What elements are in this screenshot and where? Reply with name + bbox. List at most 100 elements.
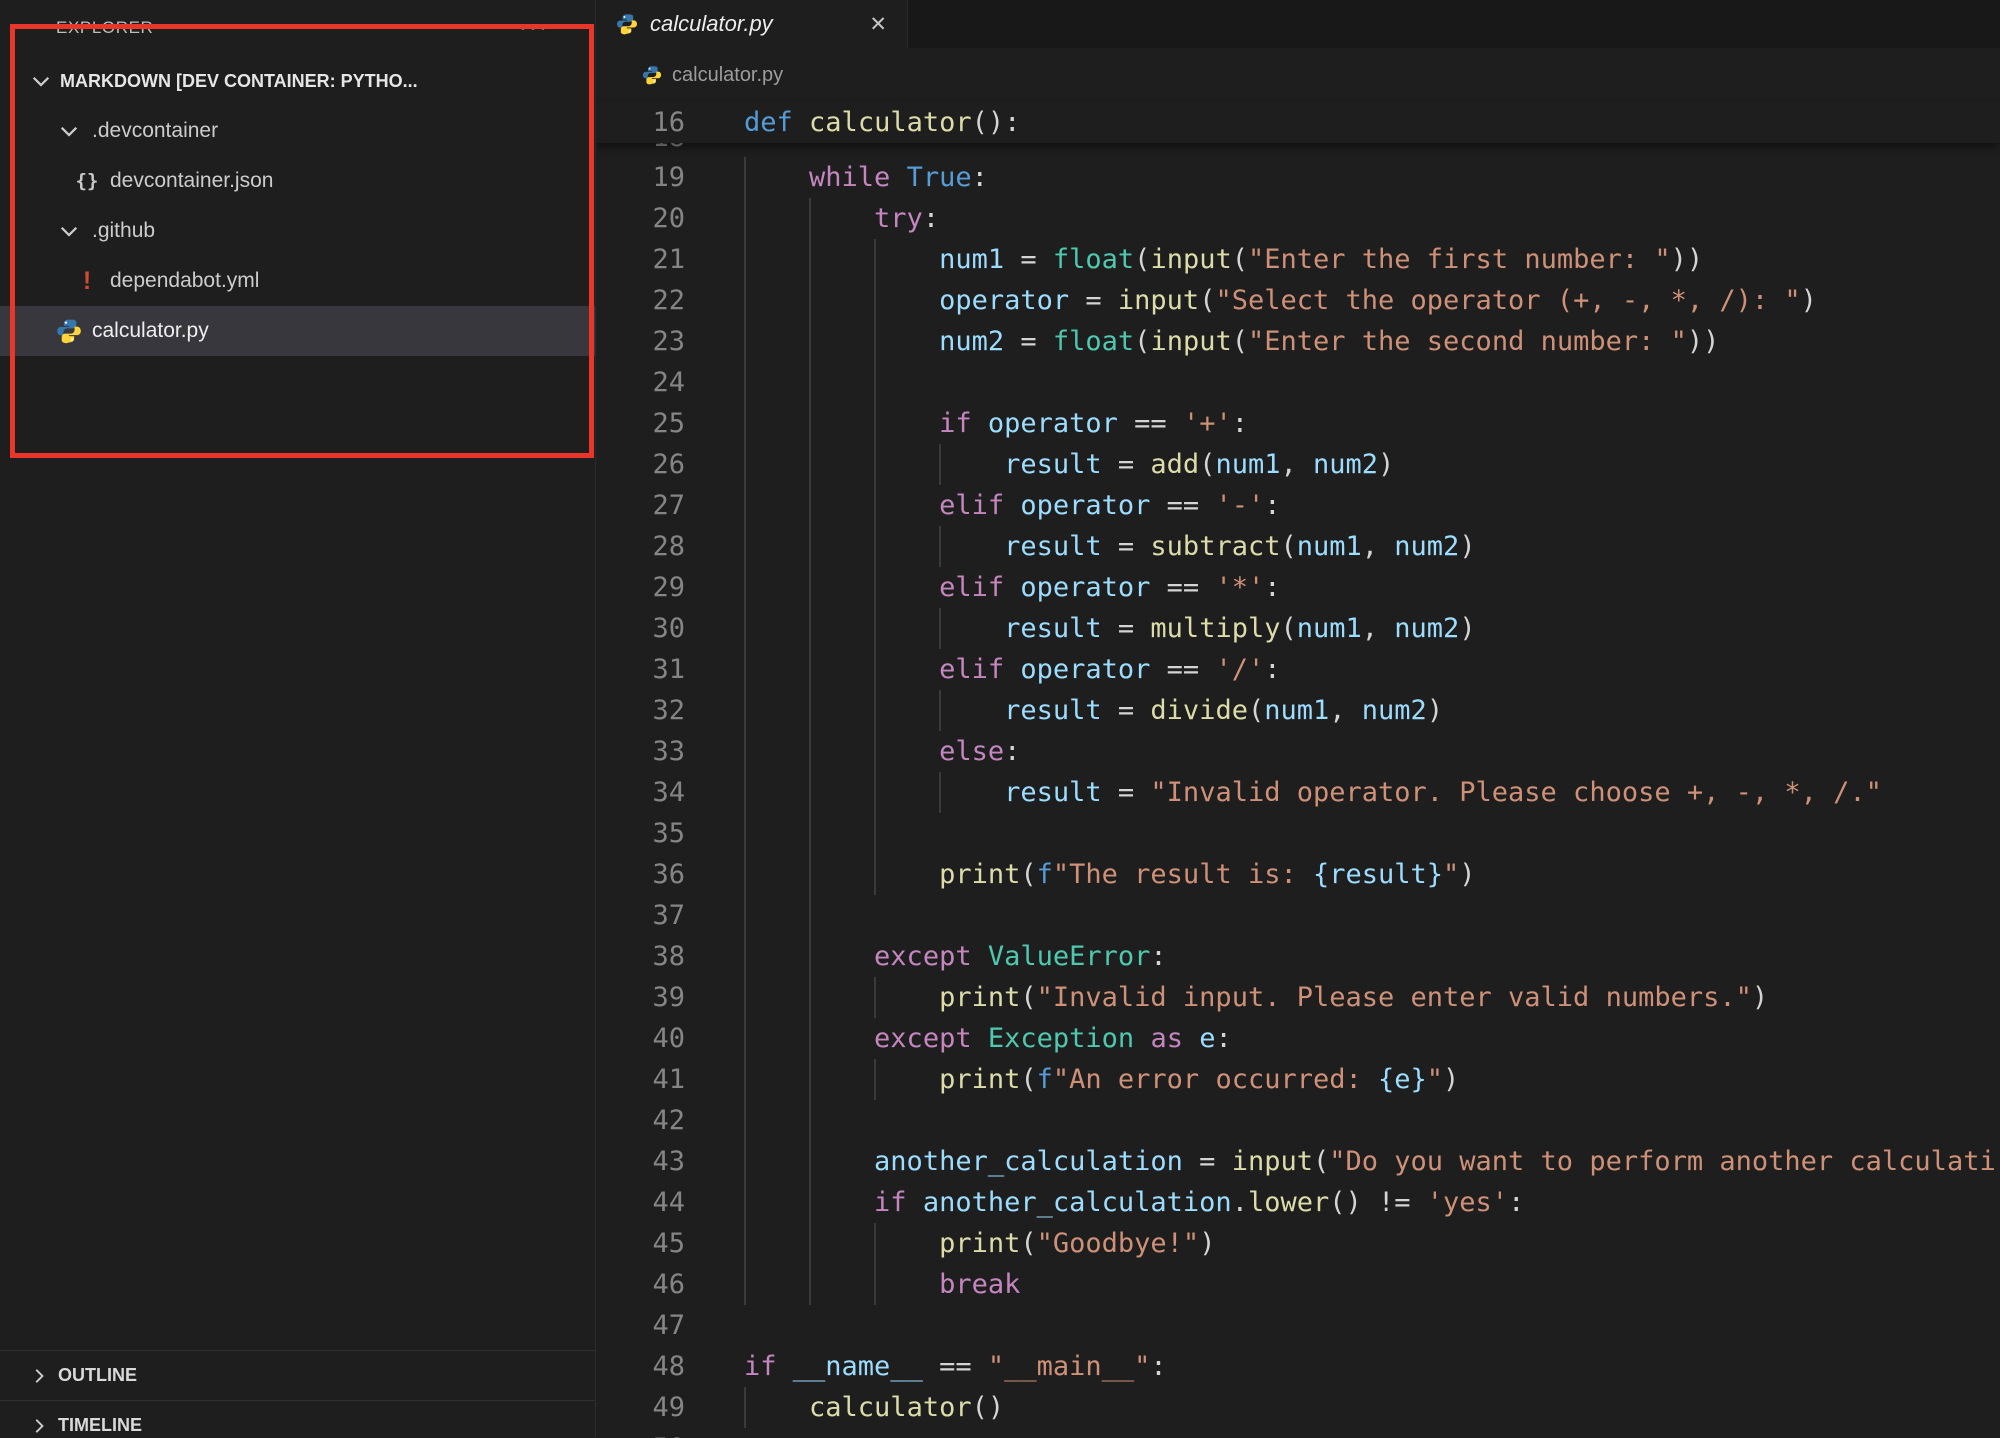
sticky-scroll-line[interactable]: 16def calculator(): (596, 102, 2000, 143)
code-line-35[interactable]: 35 (596, 813, 2000, 854)
code-line-18[interactable]: 18 (596, 143, 2000, 157)
json-icon: {} (74, 168, 100, 194)
breadcrumb-file: calculator.py (672, 64, 783, 87)
code-line-36[interactable]: 36 print(f"The result is: {result}") (596, 854, 2000, 895)
code-line-31[interactable]: 31 elif operator == '/': (596, 649, 2000, 690)
code-line-39[interactable]: 39 print("Invalid input. Please enter va… (596, 977, 2000, 1018)
code-line-34[interactable]: 34 result = "Invalid operator. Please ch… (596, 772, 2000, 813)
code-line-46[interactable]: 46 break (596, 1264, 2000, 1305)
line-number: 43 (596, 1141, 744, 1182)
token: if (874, 1187, 907, 1218)
indent-guide (874, 362, 876, 403)
chevron-right-icon (28, 1365, 50, 1387)
indent-guide (939, 608, 941, 649)
code-text: try: (744, 198, 2000, 239)
code-line-44[interactable]: 44 if another_calculation.lower() != 'ye… (596, 1182, 2000, 1223)
code-line-45[interactable]: 45 print("Goodbye!") (596, 1223, 2000, 1264)
code-line-25[interactable]: 25 if operator == '+': (596, 403, 2000, 444)
token: : (1264, 572, 1280, 603)
code-line-20[interactable]: 20 try: (596, 198, 2000, 239)
token: : (1264, 654, 1280, 685)
code-line-38[interactable]: 38 except ValueError: (596, 936, 2000, 977)
explorer-item-calculator-py[interactable]: calculator.py (0, 306, 595, 356)
token (890, 162, 906, 193)
indent-guide (874, 772, 876, 813)
code-line-26[interactable]: 26 result = add(num1, num2) (596, 444, 2000, 485)
indent-guide (874, 731, 876, 772)
close-icon[interactable]: ✕ (869, 12, 887, 37)
line-number: 34 (596, 772, 744, 813)
code-line-37[interactable]: 37 (596, 895, 2000, 936)
line-number: 25 (596, 403, 744, 444)
code-line-27[interactable]: 27 elif operator == '-': (596, 485, 2000, 526)
token: ( (1232, 326, 1248, 357)
token: == (1150, 654, 1215, 685)
line-number: 21 (596, 239, 744, 280)
explorer-item--devcontainer[interactable]: .devcontainer (0, 106, 595, 156)
code-line-43[interactable]: 43 another_calculation = input("Do you w… (596, 1141, 2000, 1182)
code-line-50[interactable]: 50 (596, 1428, 2000, 1438)
code-line-47[interactable]: 47 (596, 1305, 2000, 1346)
file-tree: .devcontainer{}devcontainer.json.github!… (0, 106, 595, 356)
indent-guide (744, 362, 746, 403)
token: result (1004, 777, 1102, 808)
code-text: print("Invalid input. Please enter valid… (744, 977, 2000, 1018)
token: = (1102, 695, 1151, 726)
code-line-42[interactable]: 42 (596, 1100, 2000, 1141)
code-line-41[interactable]: 41 print(f"An error occurred: {e}") (596, 1059, 2000, 1100)
code-line-21[interactable]: 21 num1 = float(input("Enter the first n… (596, 239, 2000, 280)
token: ( (1134, 326, 1150, 357)
code-line-24[interactable]: 24 (596, 362, 2000, 403)
code-line-40[interactable]: 40 except Exception as e: (596, 1018, 2000, 1059)
indent-guide (809, 198, 811, 239)
token: ( (1280, 613, 1296, 644)
code-line-19[interactable]: 19 while True: (596, 157, 2000, 198)
indent-guide (874, 485, 876, 526)
token: " (1443, 859, 1459, 890)
token (744, 1228, 939, 1259)
chevron-down-icon (28, 68, 54, 94)
indent-guide (939, 444, 941, 485)
code-line-48[interactable]: 48if __name__ == "__main__": (596, 1346, 2000, 1387)
token: calculator (809, 107, 972, 138)
code-line-28[interactable]: 28 result = subtract(num1, num2) (596, 526, 2000, 567)
indent-guide (744, 403, 746, 444)
code-line-22[interactable]: 22 operator = input("Select the operator… (596, 280, 2000, 321)
tab-title: calculator.py (650, 11, 773, 37)
token: 'yes' (1427, 1187, 1508, 1218)
code-line-32[interactable]: 32 result = divide(num1, num2) (596, 690, 2000, 731)
token: "Invalid operator. Please choose +, -, *… (1150, 777, 1882, 808)
token: add (1150, 449, 1199, 480)
indent-guide (809, 936, 811, 977)
token: Exception (988, 1023, 1134, 1054)
code-line-30[interactable]: 30 result = multiply(num1, num2) (596, 608, 2000, 649)
tab-calculator-py[interactable]: calculator.py ✕ (596, 0, 908, 48)
explorer-item-devcontainer-json[interactable]: {}devcontainer.json (0, 156, 595, 206)
more-actions-button[interactable]: ··· (519, 14, 549, 42)
token: operator (939, 285, 1069, 316)
token (972, 1023, 988, 1054)
explorer-section-header[interactable]: MARKDOWN [DEV CONTAINER: PYTHO... (0, 56, 595, 106)
code-line-23[interactable]: 23 num2 = float(input("Enter the second … (596, 321, 2000, 362)
code-line-29[interactable]: 29 elif operator == '*': (596, 567, 2000, 608)
token: ( (1313, 1146, 1329, 1177)
indent-guide (809, 813, 811, 854)
panel-outline[interactable]: OUTLINE (0, 1350, 595, 1400)
token: True (907, 162, 972, 193)
code-line-33[interactable]: 33 else: (596, 731, 2000, 772)
indent-guide (809, 731, 811, 772)
line-number: 37 (596, 895, 744, 936)
code-line-16[interactable]: 16def calculator(): (596, 102, 2000, 143)
panel-timeline[interactable]: TIMELINE (0, 1400, 595, 1438)
explorer-item-dependabot-yml[interactable]: !dependabot.yml (0, 256, 595, 306)
token: __name__ (793, 1351, 923, 1382)
code-text: another_calculation = input("Do you want… (744, 1141, 2000, 1182)
code-line-49[interactable]: 49 calculator() (596, 1387, 2000, 1428)
breadcrumb[interactable]: calculator.py (596, 48, 2000, 102)
token: '*' (1215, 572, 1264, 603)
explorer-item--github[interactable]: .github (0, 206, 595, 256)
line-number: 47 (596, 1305, 744, 1346)
token: ( (1280, 531, 1296, 562)
token: result (1004, 695, 1102, 726)
line-number: 16 (596, 102, 744, 143)
